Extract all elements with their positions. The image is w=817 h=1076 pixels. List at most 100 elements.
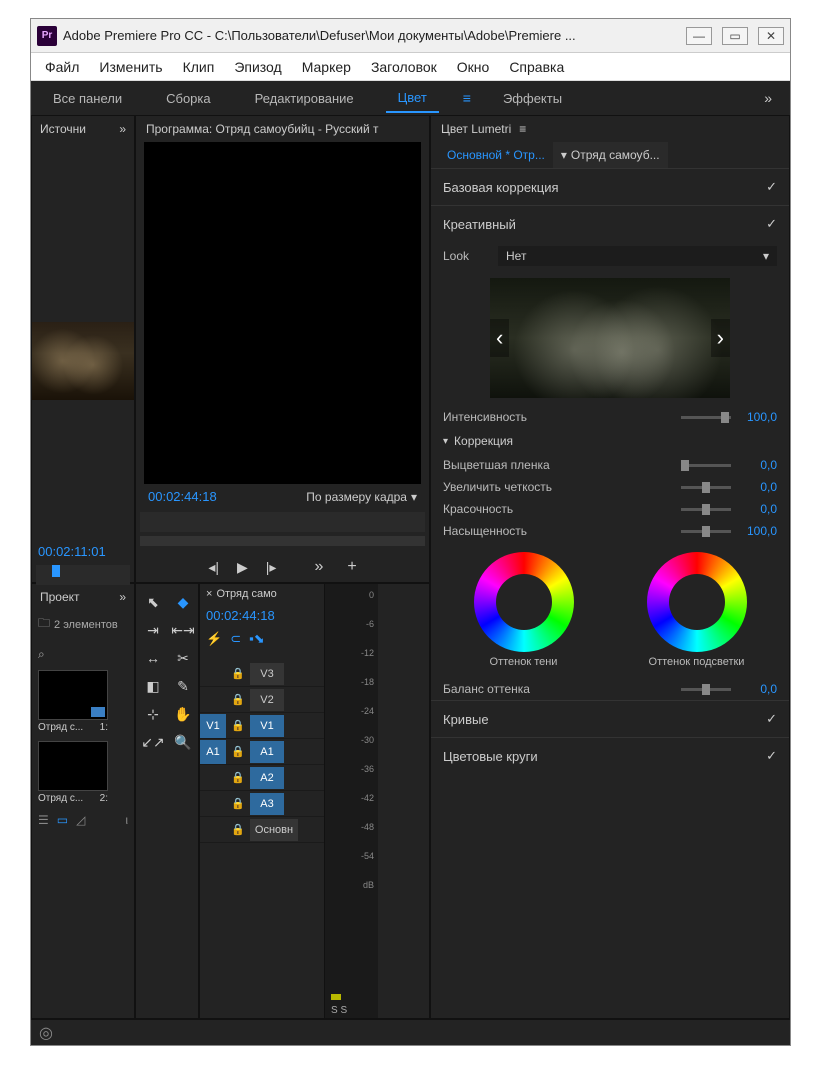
lumetri-tab-clip[interactable]: ▾Отряд самоуб... (553, 142, 668, 168)
playhead-marker[interactable] (52, 565, 60, 577)
step-forward-button[interactable]: |▸ (266, 559, 277, 576)
workspace-more-icon[interactable]: » (756, 86, 780, 110)
menu-sequence[interactable]: Эпизод (224, 55, 291, 79)
preview-prev-button[interactable]: ‹ (490, 319, 509, 357)
track-select-tool[interactable]: ◆ (170, 590, 196, 614)
pen-tool[interactable]: ⊹ (140, 702, 166, 726)
menu-window[interactable]: Окно (447, 55, 500, 79)
curves-section[interactable]: Кривые ✓ (431, 701, 789, 737)
project-more-icon[interactable]: » (119, 590, 126, 604)
rolling-edit-tool[interactable]: ⇤⇥ (170, 618, 196, 642)
program-monitor[interactable] (144, 142, 421, 484)
search-icon[interactable]: ⌕ (38, 647, 45, 662)
zoom-tool[interactable]: 🔍 (170, 730, 196, 754)
source-more-icon[interactable]: » (119, 122, 126, 136)
panel-menu-icon[interactable]: ≡ (519, 122, 526, 136)
hand-tool[interactable]: ✋ (170, 702, 196, 726)
lumetri-tab-master[interactable]: Основной * Отр... (439, 142, 553, 168)
look-dropdown[interactable]: Нет ▾ (498, 246, 777, 266)
lock-icon[interactable]: 🔒 (228, 719, 248, 732)
track-v2[interactable]: 🔒V2 (200, 687, 324, 713)
track-a3[interactable]: 🔒A3 (200, 791, 324, 817)
workspace-menu-icon[interactable]: ≡ (463, 90, 471, 106)
close-button[interactable]: ✕ (758, 27, 784, 45)
play-button[interactable]: ▶ (237, 559, 248, 576)
rate-stretch-tool[interactable]: ↔ (140, 646, 166, 670)
sharpen-slider[interactable]: Увеличить четкость 0,0 (431, 476, 789, 498)
solo-label[interactable]: S S (331, 1005, 347, 1016)
fit-dropdown[interactable]: По размеру кадра▾ (300, 488, 423, 506)
type-tool[interactable]: ↙↗ (140, 730, 166, 754)
lock-icon[interactable]: 🔒 (228, 745, 248, 758)
maximize-button[interactable]: ▭ (722, 27, 748, 45)
program-timecode[interactable]: 00:02:44:18 (142, 485, 223, 508)
snap-icon[interactable]: ⚡ (206, 631, 222, 647)
transport-add-icon[interactable]: + (347, 558, 356, 576)
linked-selection-icon[interactable]: ⊂ (230, 631, 241, 647)
icon-view-icon[interactable]: ▭ (57, 813, 68, 827)
project-item[interactable]: Отряд с...2: (32, 737, 134, 808)
intensity-slider[interactable]: Интенсивность 100,0 (431, 406, 789, 428)
workspace-assembly[interactable]: Сборка (154, 85, 223, 112)
zoom-slider[interactable]: ι (125, 813, 128, 827)
source-tab[interactable]: Источни (40, 122, 86, 136)
selection-tool[interactable]: ⬉ (140, 590, 166, 614)
track-master[interactable]: 🔒Основн (200, 817, 324, 843)
shadow-tint-wheel[interactable]: Оттенок тени (474, 552, 574, 668)
creative-section[interactable]: Креативный ✓ (431, 206, 789, 242)
ripple-edit-tool[interactable]: ⇥ (140, 618, 166, 642)
correction-subsection[interactable]: ▾ Коррекция (431, 428, 789, 454)
menu-edit[interactable]: Изменить (89, 55, 172, 79)
source-timecode[interactable]: 00:02:11:01 (32, 540, 134, 563)
vibrance-slider[interactable]: Красочность 0,0 (431, 498, 789, 520)
checkbox-icon[interactable]: ✓ (766, 711, 777, 727)
lock-icon[interactable]: 🔒 (228, 693, 248, 706)
sequence-timecode[interactable]: 00:02:44:18 (200, 604, 324, 627)
lock-icon[interactable]: 🔒 (228, 667, 248, 680)
lock-icon[interactable]: 🔒 (228, 771, 248, 784)
slide-tool[interactable]: ✎ (170, 674, 196, 698)
track-v1[interactable]: V1🔒V1 (200, 713, 324, 739)
track-v3[interactable]: 🔒V3 (200, 661, 324, 687)
color-wheels-section[interactable]: Цветовые круги ✓ (431, 738, 789, 774)
program-scrollbar[interactable] (140, 536, 425, 546)
saturation-slider[interactable]: Насыщенность 100,0 (431, 520, 789, 542)
lock-icon[interactable]: 🔒 (228, 797, 248, 810)
add-marker-icon[interactable]: ▪⬊ (249, 631, 265, 647)
source-ruler[interactable] (36, 565, 130, 585)
transport-more-icon[interactable]: » (314, 558, 323, 576)
highlight-tint-wheel[interactable]: Оттенок подсветки (647, 552, 747, 668)
close-tab-icon[interactable]: × (206, 588, 212, 600)
slip-tool[interactable]: ◧ (140, 674, 166, 698)
faded-film-slider[interactable]: Выцветшая пленка 0,0 (431, 454, 789, 476)
menu-marker[interactable]: Маркер (292, 55, 361, 79)
track-a1[interactable]: A1🔒A1 (200, 739, 324, 765)
basic-correction-section[interactable]: Базовая коррекция ✓ (431, 169, 789, 205)
menu-help[interactable]: Справка (499, 55, 574, 79)
project-tab[interactable]: Проект (40, 590, 80, 604)
workspace-effects[interactable]: Эффекты (491, 85, 574, 112)
preview-next-button[interactable]: › (711, 319, 730, 357)
tint-balance-slider[interactable]: Баланс оттенка 0,0 (431, 678, 789, 700)
workspace-editing[interactable]: Редактирование (243, 85, 366, 112)
minimize-button[interactable]: — (686, 27, 712, 45)
menu-clip[interactable]: Клип (173, 55, 225, 79)
lock-icon[interactable]: 🔒 (228, 823, 248, 836)
step-back-button[interactable]: ◂| (208, 559, 219, 576)
program-ruler[interactable] (140, 512, 425, 532)
menu-title[interactable]: Заголовок (361, 55, 447, 79)
track-a2[interactable]: 🔒A2 (200, 765, 324, 791)
freeform-view-icon[interactable]: ◿ (76, 813, 85, 827)
source-thumbnail[interactable] (32, 322, 134, 400)
workspace-color[interactable]: Цвет (386, 84, 439, 113)
menu-file[interactable]: Файл (35, 55, 89, 79)
creative-cloud-icon[interactable]: ◎ (39, 1023, 53, 1043)
sequence-tab[interactable]: Отряд само (216, 588, 276, 600)
workspace-all-panels[interactable]: Все панели (41, 85, 134, 112)
list-view-icon[interactable]: ☰ (38, 813, 49, 827)
project-item[interactable]: Отряд с...1: (32, 666, 134, 737)
checkbox-icon[interactable]: ✓ (766, 179, 777, 195)
checkbox-icon[interactable]: ✓ (766, 216, 777, 232)
checkbox-icon[interactable]: ✓ (766, 748, 777, 764)
razor-tool[interactable]: ✂ (170, 646, 196, 670)
